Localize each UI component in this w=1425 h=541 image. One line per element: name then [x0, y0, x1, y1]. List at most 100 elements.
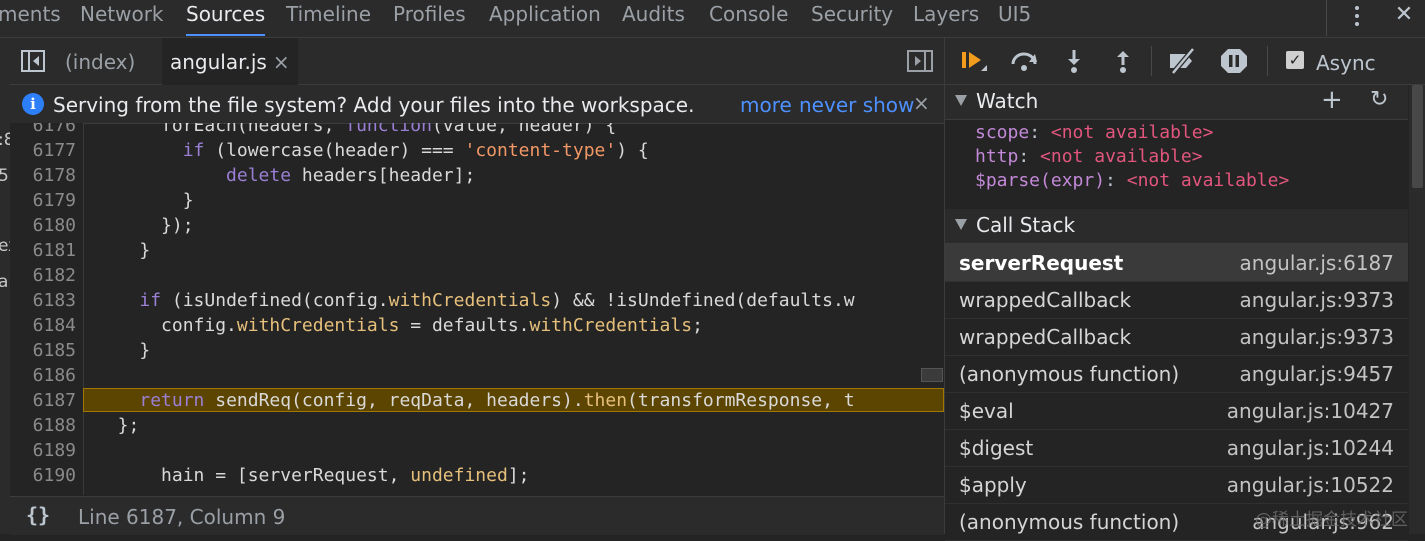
frame-location[interactable]: angular.js:9457 — [1240, 362, 1394, 386]
expand-triangle-icon — [955, 219, 967, 230]
line-number[interactable]: 6182 — [10, 263, 76, 288]
code-line[interactable]: 6180 }); — [10, 213, 944, 238]
call-frame[interactable]: $apply angular.js:10522 — [945, 466, 1408, 504]
tab-layers[interactable]: Layers — [913, 0, 979, 36]
close-icon[interactable]: × — [913, 91, 930, 115]
debugger-toggle-icon[interactable] — [907, 50, 933, 72]
tab-elements[interactable]: ments — [0, 0, 61, 36]
watch-expression[interactable]: http: <not available> — [975, 146, 1203, 171]
code-view[interactable]: 6176 forEach(headers, function(value, he… — [10, 123, 944, 495]
resume-icon[interactable] — [959, 48, 989, 74]
tab-network[interactable]: Network — [80, 0, 164, 36]
watch-value: <not available> — [1050, 122, 1214, 143]
tab-profiles[interactable]: Profiles — [393, 0, 466, 36]
call-frame[interactable]: wrappedCallback angular.js:9373 — [945, 281, 1408, 319]
scrollbar-thumb[interactable] — [1412, 85, 1423, 188]
scrollbar-marker[interactable] — [921, 368, 943, 382]
call-frame[interactable]: serverRequest angular.js:6187 — [945, 244, 1408, 282]
code-token: } — [96, 190, 194, 211]
code-line[interactable]: 6186 — [10, 363, 944, 388]
frame-location[interactable]: angular.js:10427 — [1227, 399, 1394, 423]
kebab-menu-icon[interactable] — [1346, 2, 1368, 30]
frame-function: wrappedCallback — [959, 325, 1132, 349]
pause-on-exceptions-icon[interactable] — [1219, 48, 1249, 74]
async-checkbox[interactable]: ✓ — [1286, 51, 1304, 69]
code-line[interactable]: 6179 } — [10, 188, 944, 213]
code-line[interactable]: 6176 forEach(headers, function(value, he… — [10, 123, 944, 138]
code-token: withCredentials — [236, 315, 400, 336]
frame-location[interactable]: angular.js:9373 — [1240, 325, 1394, 349]
pretty-print-icon[interactable]: {} — [26, 503, 50, 527]
frame-location[interactable]: angular.js:6187 — [1240, 251, 1394, 275]
file-tab-angular[interactable]: angular.js × — [162, 38, 298, 85]
call-frame[interactable]: $eval angular.js:10427 — [945, 392, 1408, 430]
toolbar-separator — [1267, 46, 1268, 76]
line-number[interactable]: 6176 — [10, 123, 76, 138]
file-tab-index[interactable]: (index) — [57, 38, 143, 84]
code-line[interactable]: 6182 — [10, 263, 944, 288]
code-line[interactable]: 6185 } — [10, 338, 944, 363]
close-tab-icon[interactable]: × — [273, 50, 290, 74]
tab-application[interactable]: Application — [489, 0, 601, 36]
code-token: ; — [692, 315, 703, 336]
code-line[interactable]: 6177 if (lowercase(header) === 'content-… — [10, 138, 944, 163]
line-number[interactable]: 6179 — [10, 188, 76, 213]
call-frame[interactable]: (anonymous function) angular.js:9457 — [945, 355, 1408, 393]
watch-pane-header[interactable]: Watch + ↻ — [945, 85, 1408, 120]
step-over-icon[interactable] — [1009, 48, 1039, 74]
close-icon[interactable]: ✕ — [1392, 3, 1416, 27]
deactivate-breakpoints-icon[interactable] — [1167, 48, 1197, 74]
tab-ui5[interactable]: UI5 — [998, 0, 1031, 36]
step-out-icon[interactable] — [1108, 48, 1138, 74]
line-number[interactable]: 6186 — [10, 363, 76, 388]
add-icon[interactable]: + — [1321, 85, 1343, 115]
code-line[interactable]: 6184 config.withCredentials = defaults.w… — [10, 313, 944, 338]
frame-function: $eval — [959, 399, 1014, 423]
line-number[interactable]: 6181 — [10, 238, 76, 263]
line-number[interactable]: 6178 — [10, 163, 76, 188]
code-line[interactable]: 6178 delete headers[header]; — [10, 163, 944, 188]
watch-separator: : — [1105, 170, 1127, 191]
code-line[interactable]: 6189 — [10, 438, 944, 463]
tab-sources[interactable]: Sources — [186, 0, 266, 36]
line-number[interactable]: 6183 — [10, 288, 76, 313]
execution-line[interactable]: 6187 return sendReq(config, reqData, hea… — [10, 388, 944, 413]
infobar-never-show-link[interactable]: never show — [799, 93, 914, 117]
line-number[interactable]: 6185 — [10, 338, 76, 363]
code-line[interactable]: 6183 if (isUndefined(config.withCredenti… — [10, 288, 944, 313]
code-token: headers[header]; — [291, 165, 476, 186]
code-line[interactable]: 6190 hain = [serverRequest, undefined]; — [10, 463, 944, 488]
line-number[interactable]: 6184 — [10, 313, 76, 338]
workspace-infobar: i Serving from the file system? Add your… — [10, 85, 944, 124]
frame-location[interactable]: angular.js:10244 — [1227, 436, 1394, 460]
frame-location[interactable]: angular.js:9373 — [1240, 288, 1394, 312]
tab-security[interactable]: Security — [811, 0, 893, 36]
watch-expression[interactable]: $parse(expr): <not available> — [975, 170, 1289, 195]
line-number[interactable]: 6187 — [10, 388, 76, 413]
line-number[interactable]: 6180 — [10, 213, 76, 238]
tab-console[interactable]: Console — [709, 0, 788, 36]
call-stack-pane-header[interactable]: Call Stack — [945, 209, 1408, 244]
line-number[interactable]: 6190 — [10, 463, 76, 488]
cursor-position: Line 6187, Column 9 — [78, 505, 286, 529]
infobar-more-link[interactable]: more — [740, 93, 792, 117]
tab-audits[interactable]: Audits — [622, 0, 685, 36]
vertical-scrollbar[interactable] — [1409, 85, 1425, 534]
refresh-icon[interactable]: ↻ — [1370, 87, 1388, 112]
line-number[interactable]: 6177 — [10, 138, 76, 163]
line-number[interactable]: 6188 — [10, 413, 76, 438]
call-frame[interactable]: $digest angular.js:10244 — [945, 429, 1408, 467]
call-frame[interactable]: wrappedCallback angular.js:9373 — [945, 318, 1408, 356]
code-line[interactable]: 6188 }; — [10, 413, 944, 438]
step-into-icon[interactable] — [1059, 48, 1089, 74]
watch-expression[interactable]: scope: <not available> — [975, 122, 1213, 147]
line-number[interactable]: 6189 — [10, 438, 76, 463]
watch-separator: : — [1018, 146, 1041, 167]
tab-timeline[interactable]: Timeline — [286, 0, 371, 36]
frame-location[interactable]: angular.js:10522 — [1227, 473, 1394, 497]
code-token: delete — [226, 165, 292, 186]
code-line[interactable]: 6181 } — [10, 238, 944, 263]
navigator-toggle-icon[interactable] — [21, 50, 45, 72]
